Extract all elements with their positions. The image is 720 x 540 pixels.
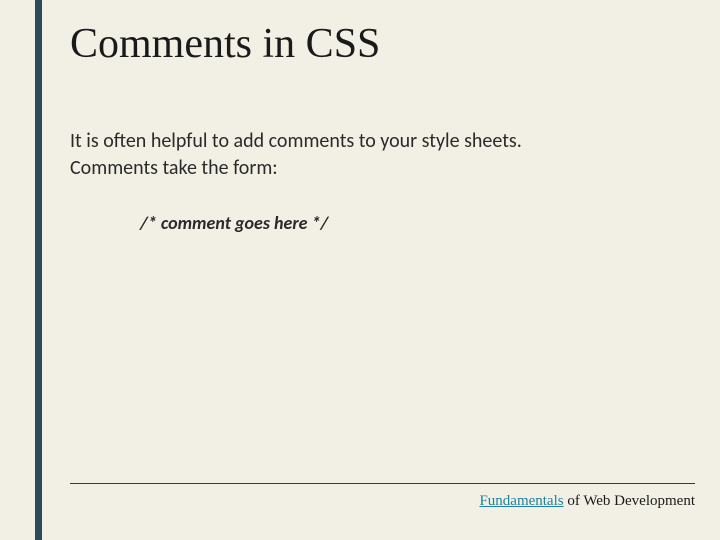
- accent-bar: [35, 0, 42, 540]
- footer-link: Fundamentals: [479, 493, 563, 509]
- code-example: /* comment goes here */: [140, 212, 680, 234]
- footer-rest: of Web Development: [564, 493, 695, 509]
- body-text: It is often helpful to add comments to y…: [70, 128, 530, 182]
- footer-text: Fundamentals of Web Development: [479, 493, 695, 510]
- slide-title: Comments in CSS: [70, 20, 680, 68]
- footer-divider: [70, 483, 695, 484]
- slide-content: Comments in CSS It is often helpful to a…: [70, 20, 680, 234]
